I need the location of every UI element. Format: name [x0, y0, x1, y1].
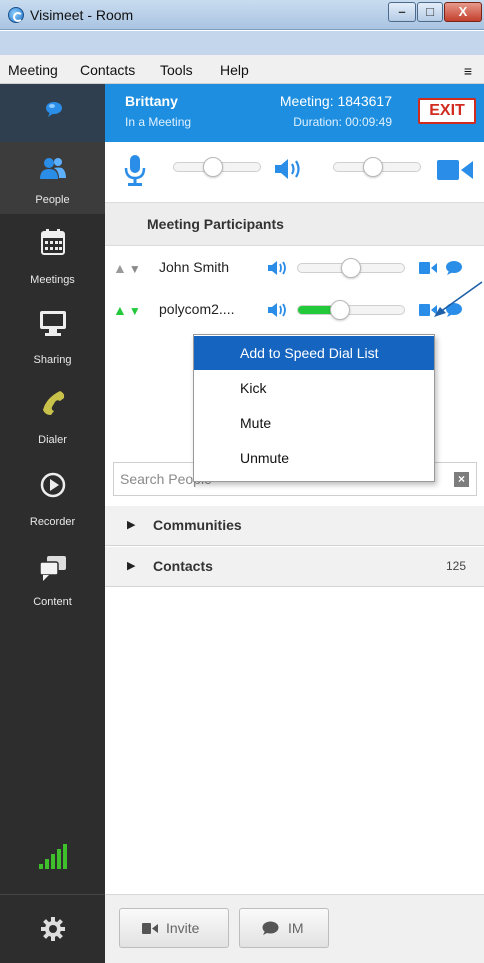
sidebar: People Meetings Sharing Dialer Recorder … — [0, 84, 105, 963]
hamburger-menu-icon[interactable]: ≡ — [464, 63, 472, 79]
lower-arrow-icon[interactable]: ▼ — [129, 304, 141, 318]
window-frame — [0, 31, 484, 55]
sidebar-item-meetings[interactable]: Meetings — [0, 214, 105, 294]
participant-row[interactable]: ▲ ▼ John Smith — [105, 248, 484, 288]
meeting-status-bar: Brittany In a Meeting Meeting: 1843617 D… — [105, 84, 484, 142]
microphone-icon[interactable] — [123, 154, 147, 188]
participant-name: John Smith — [159, 259, 230, 275]
speaker-volume-knob[interactable] — [362, 157, 383, 177]
title-bar: Visimeet - Room – □ X — [0, 0, 484, 30]
meeting-id-line: Meeting: 1843617 — [279, 93, 392, 109]
sidebar-label: Recorder — [29, 516, 76, 528]
participant-volume-knob[interactable] — [330, 300, 351, 320]
gear-icon[interactable] — [40, 916, 66, 942]
window-title: Visimeet - Room — [30, 7, 134, 23]
close-window-button[interactable]: X — [444, 2, 482, 22]
participant-camera-icon[interactable] — [418, 261, 438, 275]
exit-meeting-button[interactable]: EXIT — [418, 98, 476, 124]
signal-bars-icon — [39, 844, 67, 869]
sidebar-item-recorder[interactable]: Recorder — [0, 454, 105, 536]
lower-arrow-icon[interactable]: ▼ — [129, 262, 141, 276]
meeting-id: 1843617 — [337, 93, 392, 109]
video-invite-icon — [142, 923, 158, 934]
sidebar-item-people[interactable]: People — [0, 142, 105, 214]
mic-volume-knob[interactable] — [202, 157, 223, 177]
sidebar-label: Dialer — [38, 434, 67, 446]
raise-arrow-icon[interactable]: ▲ — [113, 260, 127, 276]
camera-icon[interactable] — [435, 158, 475, 182]
sidebar-item-chat[interactable] — [0, 84, 105, 142]
participant-priority-arrows[interactable]: ▲ ▼ — [113, 302, 141, 318]
speaker-icon[interactable] — [273, 156, 307, 182]
calendar-icon — [41, 229, 65, 255]
participant-priority-arrows[interactable]: ▲ ▼ — [113, 260, 141, 276]
menu-item-unmute[interactable]: Unmute — [194, 441, 434, 475]
menu-meeting[interactable]: Meeting — [8, 62, 58, 78]
participant-name: polycom2.... — [159, 301, 235, 317]
im-chat-icon — [262, 921, 279, 935]
chat-bubble-icon — [46, 102, 62, 117]
sidebar-item-sharing[interactable]: Sharing — [0, 294, 105, 374]
invite-button[interactable]: Invite — [119, 908, 229, 948]
sidebar-label: People — [35, 194, 70, 206]
group-count: 125 — [445, 559, 466, 573]
clear-search-icon[interactable]: × — [454, 472, 469, 487]
user-name: Brittany — [125, 93, 178, 109]
participant-row[interactable]: ▲ ▼ polycom2.... — [105, 290, 484, 330]
menu-item-add-speed-dial[interactable]: Add to Speed Dial List — [194, 336, 434, 370]
minimize-button[interactable]: – — [388, 2, 416, 22]
participant-volume-slider[interactable] — [297, 305, 405, 315]
phone-icon — [43, 391, 65, 415]
menu-item-kick[interactable]: Kick — [194, 371, 434, 405]
sidebar-label: Meetings — [30, 274, 75, 286]
expand-arrow-icon[interactable]: ▶ — [127, 559, 135, 572]
sidebar-item-content[interactable]: Content — [0, 536, 105, 616]
content-chat-icon — [39, 556, 66, 581]
participant-context-menu: Add to Speed Dial List Kick Mute Unmute — [193, 334, 435, 482]
record-icon — [40, 472, 66, 498]
raise-arrow-icon[interactable]: ▲ — [113, 302, 127, 318]
participant-speaker-icon[interactable] — [267, 259, 291, 277]
maximize-button[interactable]: □ — [417, 2, 443, 22]
im-label: IM — [288, 920, 304, 936]
annotation-arrow — [434, 281, 483, 317]
menu-contacts[interactable]: Contacts — [80, 62, 135, 78]
meeting-duration: 00:09:49 — [345, 115, 392, 129]
sidebar-divider — [0, 894, 105, 895]
menu-item-mute[interactable]: Mute — [194, 406, 434, 440]
sidebar-label: Sharing — [33, 354, 72, 366]
menu-bar: Meeting Contacts Tools Help ≡ — [0, 55, 484, 84]
sidebar-item-dialer[interactable]: Dialer — [0, 374, 105, 454]
menu-help[interactable]: Help — [220, 62, 249, 78]
menu-tools[interactable]: Tools — [160, 62, 193, 78]
invite-label: Invite — [166, 920, 200, 936]
group-contacts[interactable]: ▶ Contacts 125 — [105, 547, 484, 587]
participants-header: Meeting Participants — [105, 202, 484, 246]
participant-speaker-icon[interactable] — [267, 301, 291, 319]
duration-line: Duration: 00:09:49 — [293, 115, 392, 129]
visimeet-logo-icon — [8, 7, 24, 23]
user-status: In a Meeting — [125, 115, 192, 129]
monitor-icon — [40, 311, 66, 336]
people-icon — [40, 158, 66, 179]
group-label: Communities — [153, 517, 242, 533]
im-button[interactable]: IM — [239, 908, 329, 948]
bottom-action-bar: Invite IM — [105, 894, 484, 963]
group-communities[interactable]: ▶ Communities — [105, 506, 484, 546]
group-label: Contacts — [153, 558, 213, 574]
expand-arrow-icon[interactable]: ▶ — [127, 518, 135, 531]
audio-video-controls — [105, 142, 484, 202]
sidebar-label: Content — [33, 596, 72, 608]
participant-volume-knob[interactable] — [341, 258, 361, 278]
participant-chat-icon[interactable] — [445, 260, 463, 276]
participants-title: Meeting Participants — [147, 216, 284, 232]
